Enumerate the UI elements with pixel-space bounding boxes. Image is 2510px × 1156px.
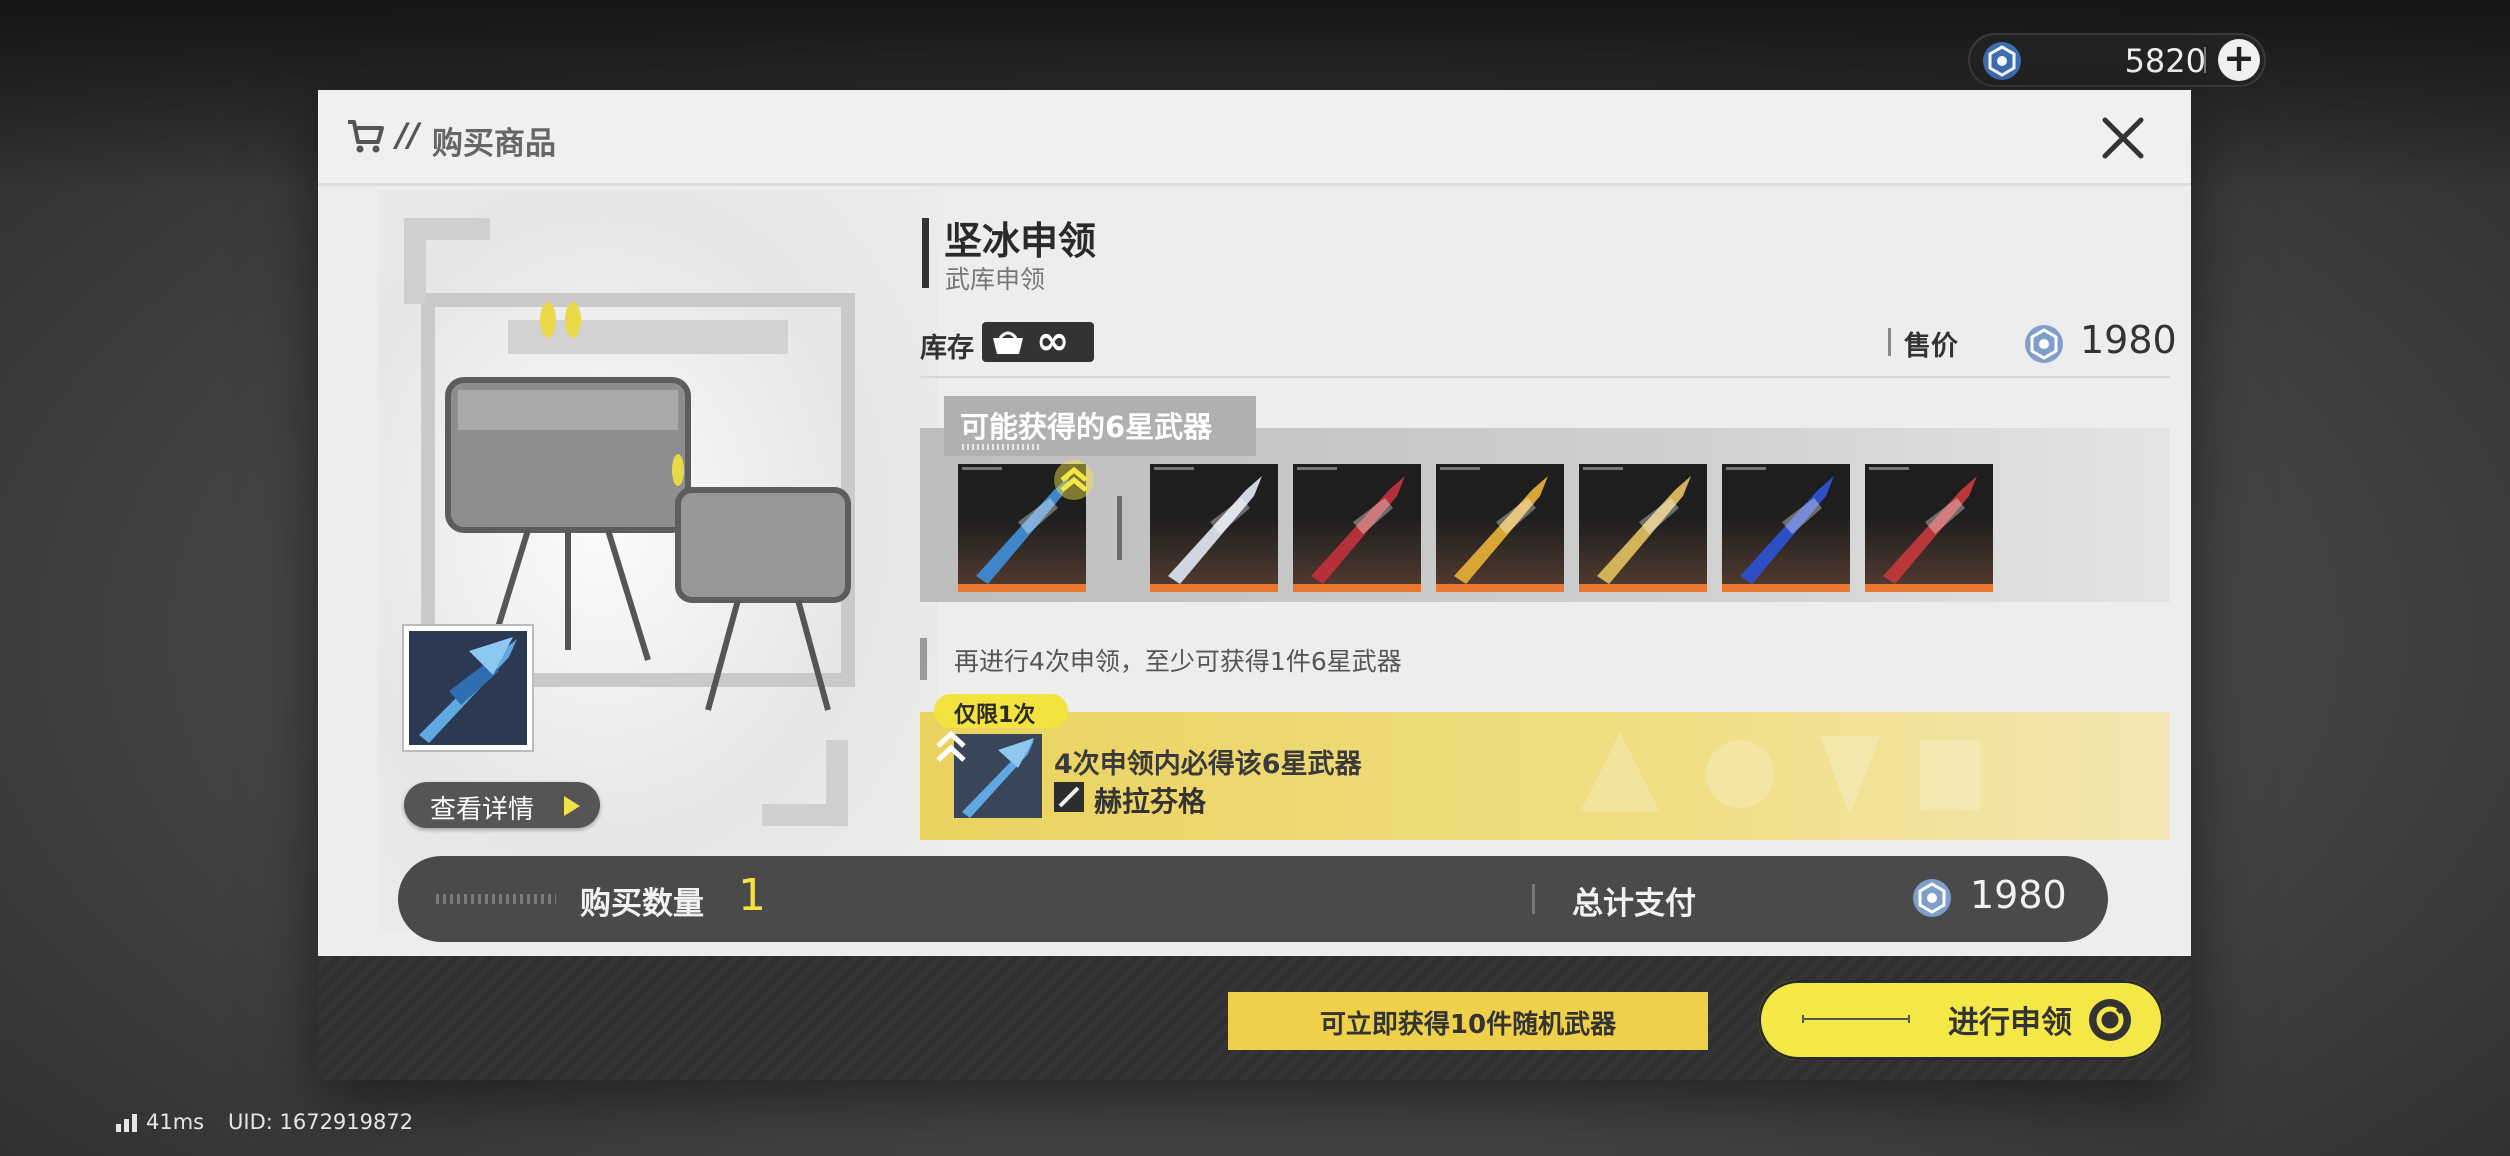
item-category: 武库申领 [945,265,1046,294]
pity-hint: 再进行4次申领，至少可获得1件6星武器 [954,647,1402,676]
currency-amount: 5820 [2124,42,2206,80]
currency-icon [2025,325,2063,363]
title-accent-bar [922,218,929,288]
weapon-card-gold-orb[interactable] [1436,464,1564,592]
card-tag [1440,467,1480,470]
card-tag [1583,467,1623,470]
cart-icon [348,120,384,153]
total-value: 1980 [1970,873,2067,917]
play-arrow-icon [564,796,580,816]
possible-weapons-tab: 可能获得的6星武器 [944,396,1256,456]
price-value: 1980 [2080,318,2177,362]
currency-chip: 5820 + [1968,33,2266,87]
title-slashes: // [396,116,420,154]
rate-up-icon [1054,460,1094,500]
total-label: 总计支付 [1572,886,1696,922]
quantity-label: 购买数量 [580,886,704,922]
guaranteed-weapon-name: 赫拉芬格 [1094,785,1207,818]
card-tag [962,467,1002,470]
weapon-card-gold-lance[interactable] [1579,464,1707,592]
view-details-label: 查看详情 [430,795,535,825]
frame-corner-top-left [404,218,490,304]
rate-up-icon [936,730,966,762]
item-thumbnail[interactable] [404,626,532,750]
guarantee-text: 4次申领内必得该6星武器 [1054,749,1362,780]
stock-badge: ∞ [982,318,1094,364]
price-divider [1888,328,1891,356]
card-tag [1154,467,1194,470]
purchase-summary-bar: 购买数量 1 总计支付 1980 [398,856,2108,942]
hint-bar [920,638,927,680]
stock-label: 库存 [920,333,974,364]
tab-stripes [962,444,1042,450]
confirm-cycle-icon [2089,999,2131,1041]
weapon-icon [1597,476,1691,584]
weapon-icon [1311,476,1405,584]
modal-header: // 购买商品 [318,90,2191,186]
card-tag [1869,467,1909,470]
basket-icon [993,331,1023,354]
sword-type-icon [1054,782,1084,812]
possible-weapons-label: 可能获得的6星武器 [960,410,1213,444]
weapon-separator [1117,496,1122,560]
card-tag [1726,467,1766,470]
draw-button[interactable]: 进行申领 [1758,980,2164,1060]
draw-button-label: 进行申领 [1948,1005,2072,1041]
weapon-icon [1454,476,1548,584]
modal-title: 购买商品 [432,126,556,162]
weapon-icon [1883,476,1977,584]
frame-corner-bottom-right [762,740,848,826]
item-name: 坚冰申领 [944,219,1097,263]
random-weapons-note: 可立即获得10件随机武器 [1228,992,1708,1050]
quantity-value: 1 [738,870,766,921]
decor-dots [436,894,556,904]
weapon-icon [409,631,527,745]
weapon-icon [1740,476,1834,584]
weapon-card-white-greatsword[interactable] [1150,464,1278,592]
weapon-card-red-gauntlet[interactable] [1865,464,1993,592]
view-details-button[interactable]: 查看详情 [404,782,600,828]
price-label: 售价 [1904,331,1958,362]
currency-icon [1983,42,2021,80]
chip-divider [2204,47,2206,73]
info-divider [920,376,2170,378]
card-tag [1297,467,1337,470]
signal-icon [116,1114,137,1132]
weapon-card-red-blade[interactable] [1293,464,1421,592]
random-weapons-label: 可立即获得10件随机武器 [1319,1010,1617,1040]
currency-icon [1913,879,1951,917]
add-currency-button[interactable]: + [2218,39,2260,81]
purchase-modal: // 购买商品 查看详情 坚冰申领 武库申领 库存 ∞ 售价 1980 可能获得… [318,90,2191,1080]
ping-value: 41ms [146,1110,205,1134]
decor-line [1802,1015,1910,1023]
weapon-icon [1168,476,1262,584]
summary-divider [1532,884,1535,914]
limited-tag: 仅限1次 [934,694,1068,728]
weapon-card-blue-lance[interactable] [1722,464,1850,592]
player-uid: UID: 1672919872 [228,1110,414,1134]
limited-tag-label: 仅限1次 [954,703,1036,728]
stock-value: ∞ [1036,318,1070,364]
close-icon[interactable] [2099,114,2147,162]
